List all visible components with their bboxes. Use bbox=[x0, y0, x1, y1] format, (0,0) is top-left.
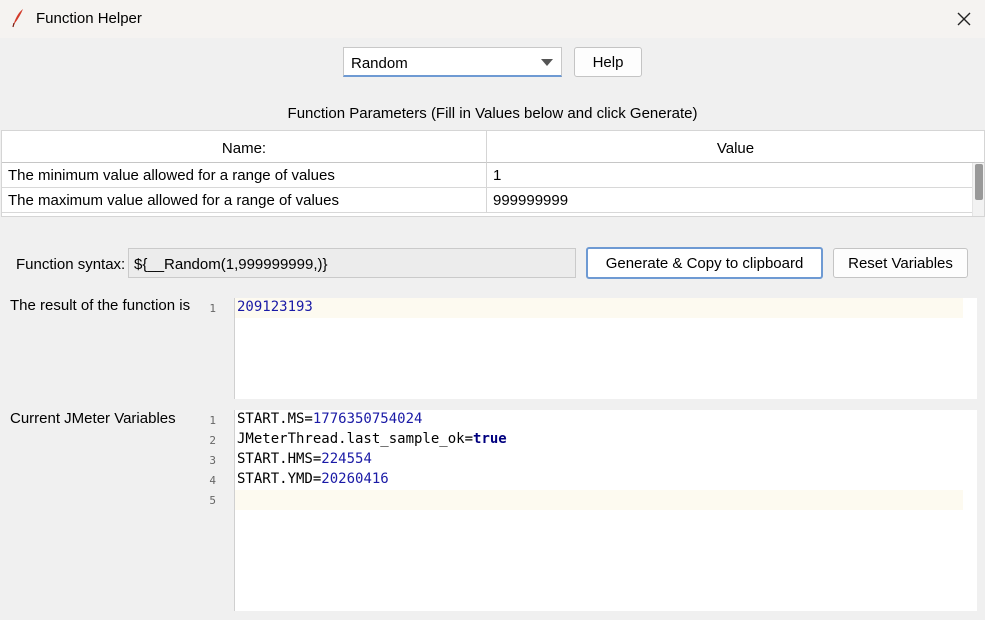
params-table: Name: Value The minimum value allowed fo… bbox=[1, 130, 985, 217]
generate-copy-button[interactable]: Generate & Copy to clipboard bbox=[586, 247, 823, 279]
variable-line: START.YMD=20260416 bbox=[235, 470, 977, 490]
variable-value: true bbox=[473, 431, 507, 447]
param-value-cell[interactable]: 999999999 bbox=[487, 188, 972, 213]
variable-key: START.YMD= bbox=[237, 471, 322, 487]
help-button[interactable]: Help bbox=[574, 47, 642, 77]
column-header-value[interactable]: Value bbox=[487, 131, 984, 163]
variables-gutter: 1 2 3 4 5 bbox=[196, 410, 234, 611]
variable-line: START.MS=1776350754024 bbox=[235, 410, 977, 430]
line-number: 1 bbox=[209, 414, 216, 427]
line-number: 5 bbox=[209, 494, 216, 507]
variable-line: START.HMS=224554 bbox=[235, 450, 977, 470]
table-scrollbar[interactable] bbox=[972, 163, 984, 216]
variable-key: START.MS= bbox=[237, 411, 313, 427]
column-header-name[interactable]: Name: bbox=[2, 131, 487, 163]
variables-editor[interactable]: START.MS=1776350754024 JMeterThread.last… bbox=[234, 410, 977, 611]
variable-line-current bbox=[235, 490, 963, 510]
result-gutter: 1 bbox=[196, 298, 234, 399]
window-title: Function Helper bbox=[36, 10, 142, 27]
function-select[interactable]: Random bbox=[343, 47, 562, 77]
title-bar bbox=[0, 0, 985, 38]
syntax-label: Function syntax: bbox=[16, 256, 126, 273]
params-title: Function Parameters (Fill in Values belo… bbox=[287, 105, 698, 122]
variable-value: 20260416 bbox=[321, 471, 389, 487]
variable-key: JMeterThread.last_sample_ok= bbox=[237, 431, 474, 447]
line-number: 4 bbox=[209, 474, 216, 487]
variable-value: 1776350754024 bbox=[312, 411, 423, 427]
line-number: 2 bbox=[209, 434, 216, 447]
variable-value: 224554 bbox=[321, 451, 372, 467]
param-name-cell[interactable]: The maximum value allowed for a range of… bbox=[2, 188, 487, 213]
result-editor[interactable]: 209123193 bbox=[234, 298, 977, 399]
variable-key: START.HMS= bbox=[237, 451, 322, 467]
line-number: 1 bbox=[209, 302, 216, 315]
result-label: The result of the function is bbox=[10, 297, 191, 314]
variables-label: Current JMeter Variables bbox=[10, 410, 176, 427]
line-number: 3 bbox=[209, 454, 216, 467]
feather-icon bbox=[10, 8, 26, 28]
function-select-value: Random bbox=[351, 55, 408, 72]
syntax-field[interactable]: ${__Random(1,999999999,)} bbox=[128, 248, 576, 278]
param-value-cell[interactable]: 1 bbox=[487, 163, 972, 188]
close-icon bbox=[957, 12, 971, 26]
param-name-cell[interactable]: The minimum value allowed for a range of… bbox=[2, 163, 487, 188]
reset-variables-button[interactable]: Reset Variables bbox=[833, 248, 968, 278]
variable-line: JMeterThread.last_sample_ok=true bbox=[235, 430, 977, 450]
scrollbar-thumb[interactable] bbox=[975, 164, 983, 200]
result-line: 209123193 bbox=[235, 298, 963, 318]
chevron-down-icon bbox=[541, 59, 553, 66]
close-button[interactable] bbox=[948, 4, 980, 34]
